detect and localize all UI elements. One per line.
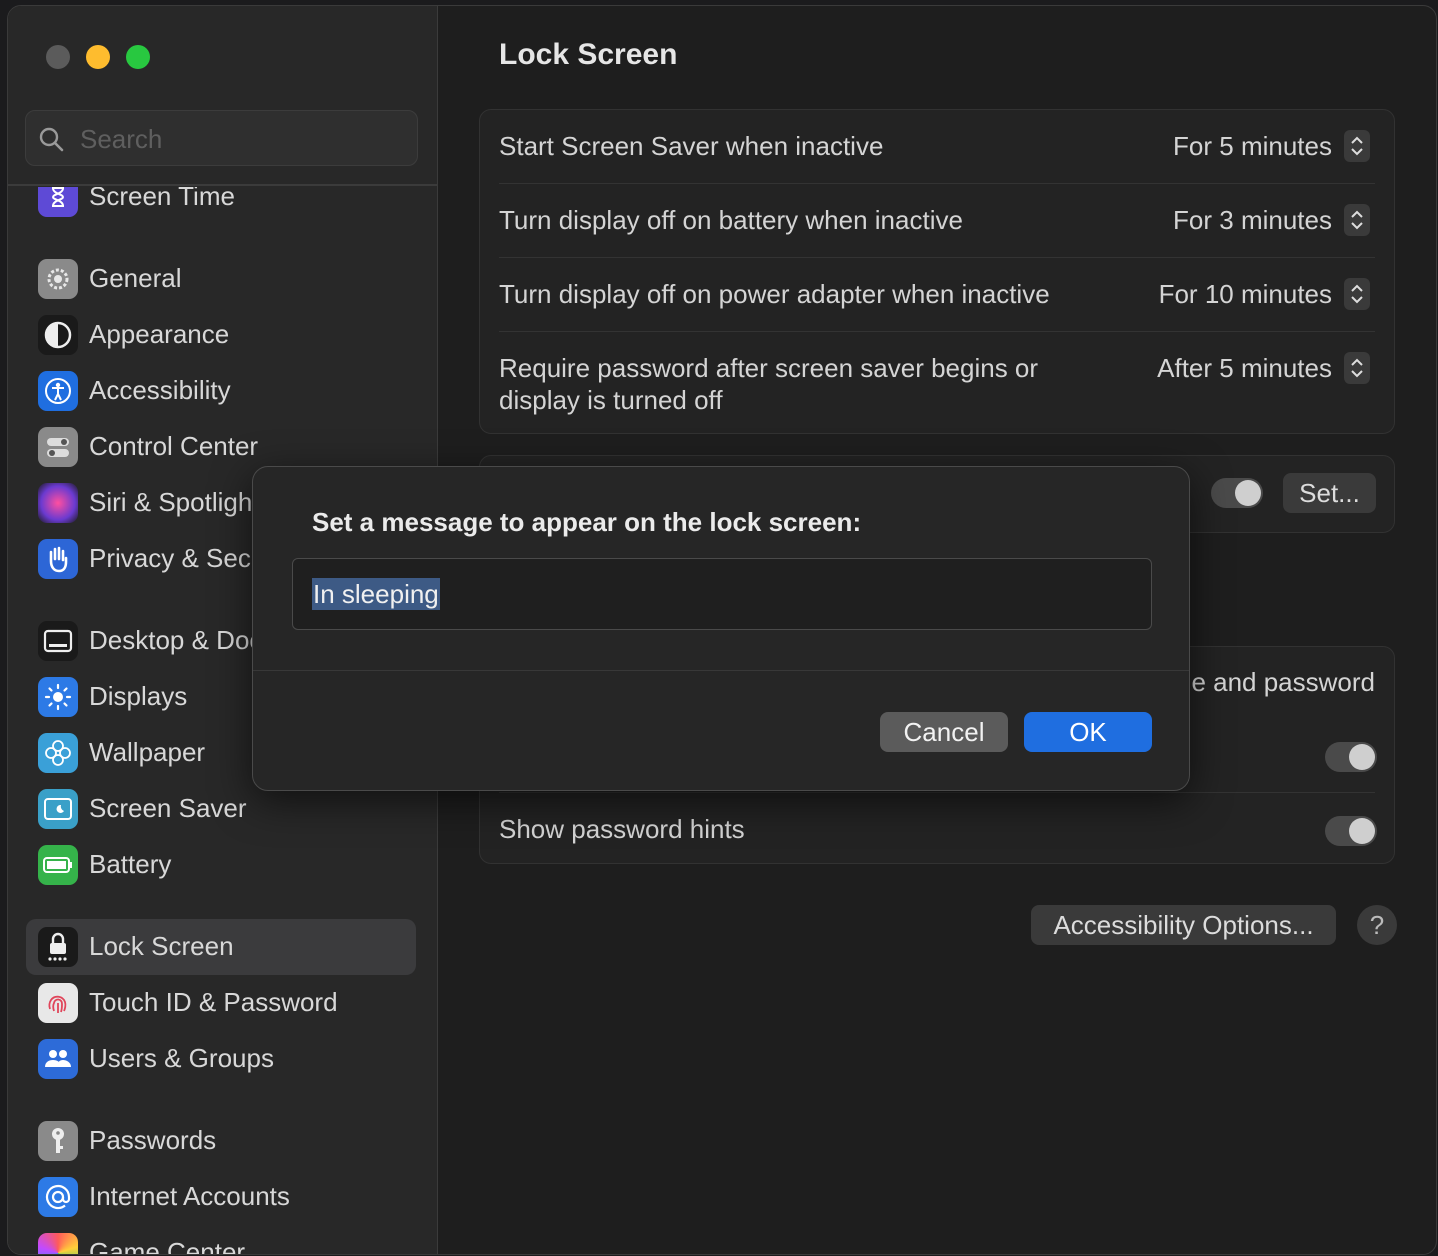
sidebar-item-touch-id[interactable]: Touch ID & Password (26, 975, 416, 1031)
control-center-icon (38, 427, 78, 467)
search-icon (39, 127, 64, 152)
sidebar-item-label: Control Center (89, 431, 259, 461)
sidebar-item-label: Accessibility (89, 375, 231, 405)
game-center-icon (38, 1233, 78, 1254)
minimize-button[interactable] (86, 45, 110, 69)
window-controls (46, 45, 150, 69)
dialog-title: Set a message to appear on the lock scre… (312, 507, 862, 537)
setting-label: Turn display off on power adapter when i… (499, 279, 1050, 309)
sidebar-item-screen-time[interactable]: Screen Time (26, 187, 416, 225)
sidebar-item-lock-screen[interactable]: Lock Screen (26, 919, 416, 975)
flower-icon (38, 733, 78, 773)
chevron-updown-icon (1344, 278, 1370, 310)
page-title: Lock Screen (499, 38, 678, 71)
hourglass-icon (38, 187, 78, 217)
sidebar-item-label: Screen Time (89, 187, 235, 211)
search-box[interactable] (25, 110, 418, 166)
lock-message-toggle[interactable] (1211, 478, 1263, 508)
accessibility-options-button[interactable]: Accessibility Options... (1031, 905, 1336, 945)
sun-icon (38, 677, 78, 717)
setting-label: Start Screen Saver when inactive (499, 131, 884, 161)
chevron-updown-icon (1344, 130, 1370, 162)
show-password-hints-toggle[interactable] (1325, 816, 1377, 846)
setting-row-screen-saver: Start Screen Saver when inactive For 5 m… (480, 130, 1394, 170)
search-divider (8, 184, 437, 186)
lock-icon (38, 927, 78, 967)
cancel-button[interactable]: Cancel (880, 712, 1008, 752)
sidebar-item-label: Internet Accounts (89, 1181, 290, 1211)
zoom-button[interactable] (126, 45, 150, 69)
users-icon (38, 1039, 78, 1079)
chevron-updown-icon (1344, 204, 1370, 236)
lock-message-value: In sleeping (312, 578, 440, 610)
sidebar-item-label: Displays (89, 681, 188, 711)
sidebar-item-label: Game Center (89, 1237, 246, 1254)
chevron-updown-icon (1344, 352, 1370, 384)
accessibility-icon (38, 371, 78, 411)
sidebar-item-label: Passwords (89, 1125, 217, 1155)
at-icon (38, 1177, 78, 1217)
sidebar-item-internet-accounts[interactable]: Internet Accounts (26, 1169, 416, 1225)
close-button[interactable] (46, 45, 70, 69)
sidebar-item-label: Desktop & Dock (89, 625, 276, 655)
setting-toggle[interactable] (1325, 742, 1377, 772)
sidebar-item-label: Lock Screen (89, 931, 234, 961)
lock-message-dialog: Set a message to appear on the lock scre… (252, 466, 1190, 791)
setting-popup[interactable]: For 5 minutes (1173, 130, 1370, 162)
appearance-icon (38, 315, 78, 355)
sidebar-item-accessibility[interactable]: Accessibility (26, 363, 416, 419)
setting-label: Turn display off on battery when inactiv… (499, 205, 963, 235)
dialog-divider (253, 670, 1189, 671)
setting-row-require-password: Require password after screen saver begi… (480, 352, 1394, 422)
setting-popup[interactable]: After 5 minutes (1157, 352, 1370, 384)
sidebar-item-label: Screen Saver (89, 793, 247, 823)
setting-value: For 10 minutes (1158, 278, 1332, 309)
hand-icon (38, 539, 78, 579)
setting-value: For 5 minutes (1173, 130, 1332, 161)
sidebar-item-appearance[interactable]: Appearance (26, 307, 416, 363)
sidebar-item-game-center[interactable]: Game Center (26, 1225, 416, 1254)
row-divider (499, 331, 1375, 332)
setting-popup[interactable]: For 10 minutes (1159, 278, 1370, 310)
sidebar-item-label: Battery (89, 849, 172, 879)
sidebar-item-label: Appearance (89, 319, 230, 349)
set-message-button[interactable]: Set... (1283, 473, 1376, 513)
sidebar-item-passwords[interactable]: Passwords (26, 1113, 416, 1169)
key-icon (38, 1121, 78, 1161)
display-settings-group: Start Screen Saver when inactive For 5 m… (479, 109, 1395, 434)
sidebar-item-label: Wallpaper (89, 737, 206, 767)
siri-icon (38, 483, 78, 523)
setting-value: For 3 minutes (1173, 204, 1332, 235)
gear-icon (38, 259, 78, 299)
fingerprint-icon (38, 983, 78, 1023)
sidebar-item-battery[interactable]: Battery (26, 837, 416, 893)
sidebar-item-label: Touch ID & Password (89, 987, 338, 1017)
row-divider (499, 792, 1375, 793)
setting-popup[interactable]: For 3 minutes (1173, 204, 1370, 236)
ok-button[interactable]: OK (1024, 712, 1152, 752)
setting-label: Require password after screen saver begi… (499, 353, 1039, 415)
help-button[interactable]: ? (1357, 905, 1397, 945)
sidebar-item-users-groups[interactable]: Users & Groups (26, 1031, 416, 1087)
setting-row-adapter-display: Turn display off on power adapter when i… (480, 278, 1394, 318)
setting-value: After 5 minutes (1157, 352, 1332, 383)
show-password-hints-label: Show password hints (499, 814, 745, 844)
search-input[interactable] (78, 121, 412, 157)
sidebar-item-general[interactable]: General (26, 251, 416, 307)
row-divider (499, 183, 1375, 184)
dock-icon (38, 621, 78, 661)
setting-row-battery-display: Turn display off on battery when inactiv… (480, 204, 1394, 244)
battery-icon (38, 845, 78, 885)
partial-setting-label: e and password (1191, 667, 1375, 697)
screen-saver-icon (38, 789, 78, 829)
sidebar-item-label: General (89, 263, 182, 293)
lock-message-input[interactable]: In sleeping (292, 558, 1152, 630)
sidebar-item-label: Siri & Spotlight (89, 487, 260, 517)
row-divider (499, 257, 1375, 258)
sidebar-item-label: Users & Groups (89, 1043, 274, 1073)
